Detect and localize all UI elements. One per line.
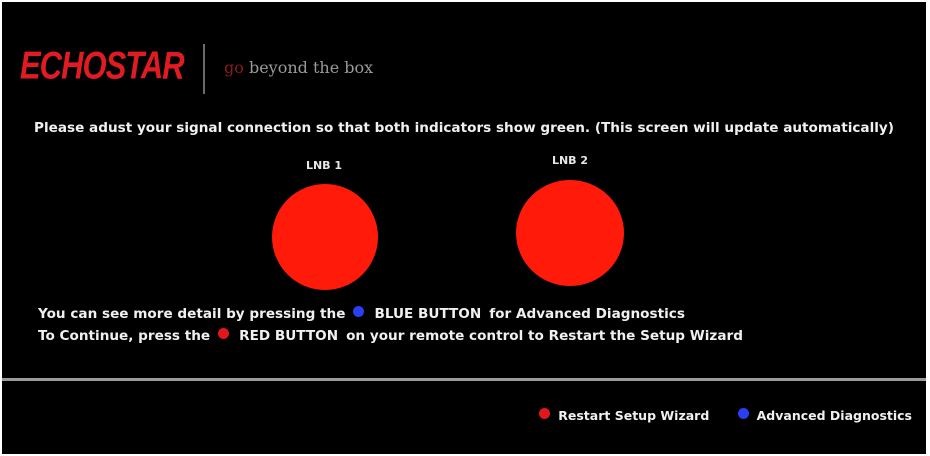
footer-divider [2, 378, 926, 381]
detail-line2-prefix: To Continue, press the [38, 328, 211, 344]
blue-button-icon [353, 306, 365, 317]
diagnostics-screen: ECHOSTAR go beyond the box Please adust … [2, 2, 926, 454]
echostar-logo: ECHOSTAR [20, 43, 185, 88]
detail-line2-suffix: on your remote control to Restart the Se… [346, 328, 743, 344]
lnb1-indicator [272, 184, 378, 290]
lnb1-label: LNB 1 [305, 159, 343, 172]
detail-line1-prefix: You can see more detail by pressing the [38, 306, 346, 322]
red-dot-icon [539, 408, 551, 419]
restart-setup-wizard-button[interactable]: Restart Setup Wizard [539, 408, 709, 423]
blue-dot-icon [737, 408, 749, 419]
signal-instruction: Please adust your signal connection so t… [33, 120, 895, 136]
detail-line-red: To Continue, press the RED BUTTON on your … [38, 328, 743, 344]
logo-divider [203, 44, 205, 94]
lnb2-label: LNB 2 [551, 154, 589, 167]
advanced-diagnostics-label: Advanced Diagnostics [756, 408, 912, 423]
advanced-diagnostics-button[interactable]: Advanced Diagnostics [737, 408, 912, 423]
detail-line1-suffix: for Advanced Diagnostics [489, 306, 685, 322]
footer-actions: Restart Setup Wizard Advanced Diagnostic… [515, 408, 912, 423]
red-button-icon [218, 328, 230, 339]
tagline: go beyond the box [224, 58, 373, 77]
lnb2-indicator [516, 180, 624, 286]
tagline-go: go [224, 58, 244, 77]
restart-setup-wizard-label: Restart Setup Wizard [558, 408, 710, 423]
blue-button-text: BLUE BUTTON [374, 306, 482, 322]
detail-line-blue: You can see more detail by pressing the B… [38, 306, 685, 322]
red-button-text: RED BUTTON [239, 328, 339, 344]
tagline-rest: beyond the box [243, 58, 374, 77]
